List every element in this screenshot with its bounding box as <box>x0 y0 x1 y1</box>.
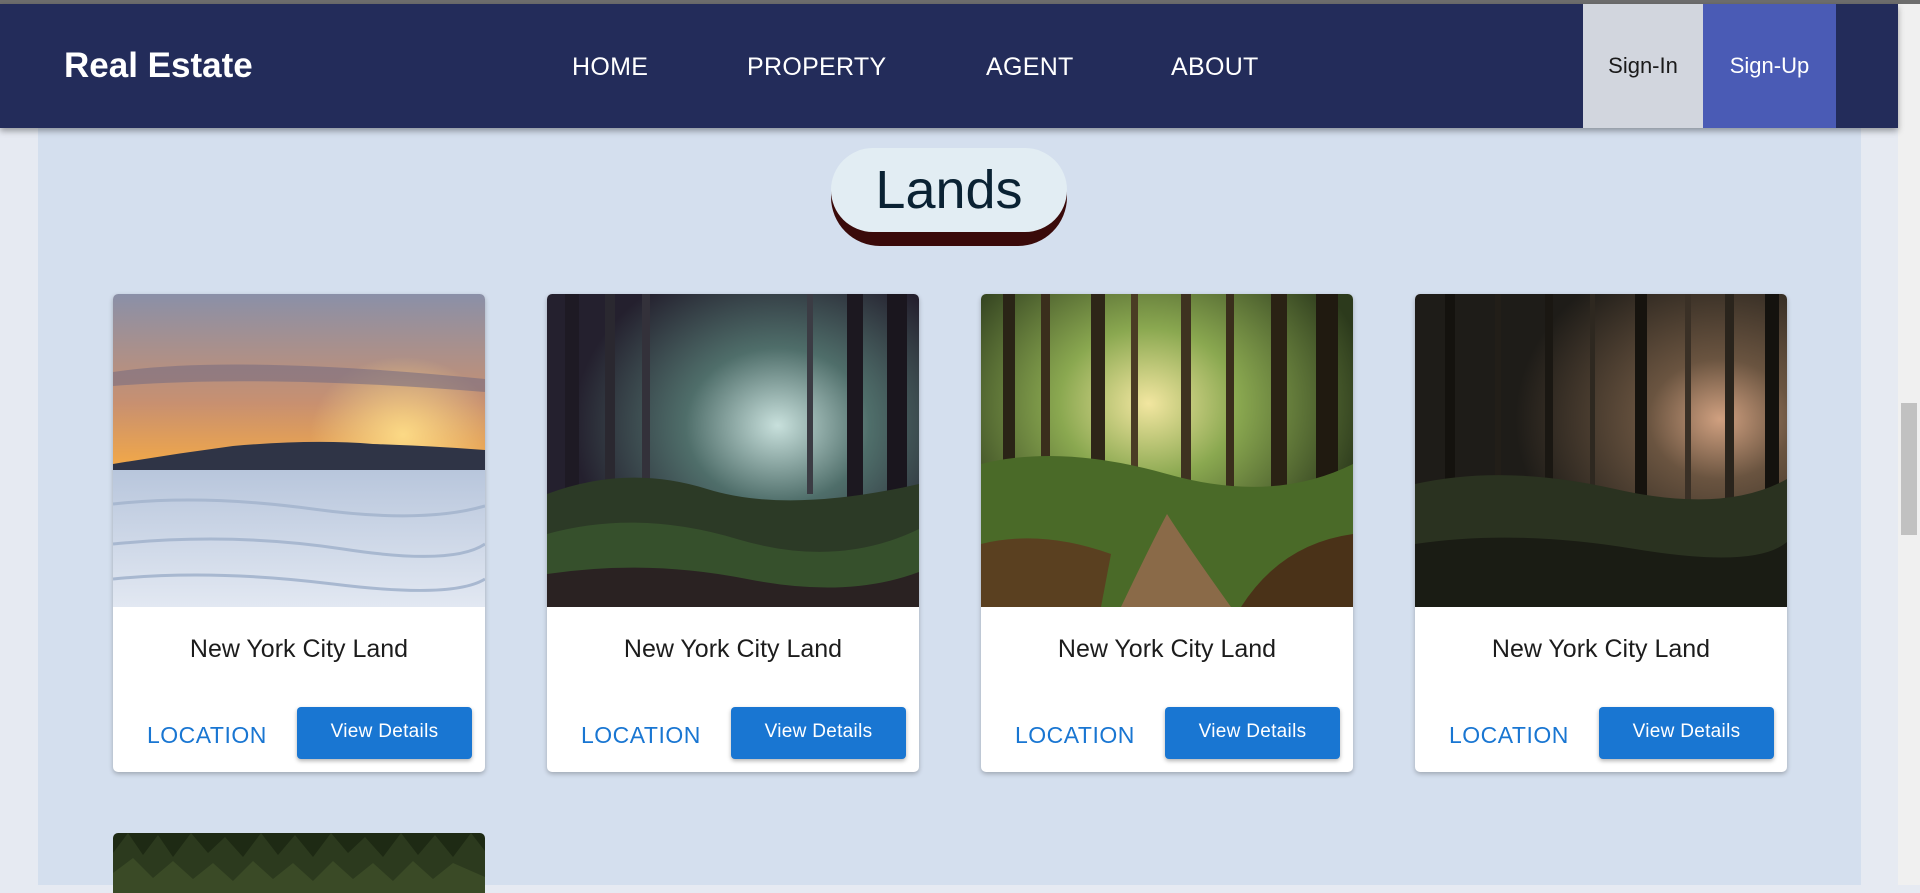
view-details-button[interactable]: View Details <box>297 707 472 759</box>
card-title: New York City Land <box>1491 635 1711 663</box>
land-card-partial <box>113 833 485 893</box>
nav-home[interactable]: HOME <box>572 52 648 82</box>
brand-logo[interactable]: Real Estate <box>64 46 253 86</box>
nav-agent[interactable]: AGENT <box>986 52 1074 82</box>
land-card: New York City Land LOCATION View Details <box>981 294 1353 772</box>
sign-in-button[interactable]: Sign-In <box>1583 4 1703 128</box>
card-title: New York City Land <box>1057 635 1277 663</box>
land-image-forest-path <box>981 294 1353 607</box>
view-details-button[interactable]: View Details <box>731 707 906 759</box>
land-image-snowy-lake <box>113 294 485 607</box>
land-card: New York City Land LOCATION View Details <box>113 294 485 772</box>
navbar: Real Estate HOME PROPERTY AGENT ABOUT Si… <box>0 4 1898 128</box>
card-title: New York City Land <box>623 635 843 663</box>
land-image-dark-forest <box>1415 294 1787 607</box>
section-title-badge: Lands <box>831 148 1067 246</box>
section-title: Lands <box>831 148 1067 232</box>
nav-about[interactable]: ABOUT <box>1171 52 1259 82</box>
card-title: New York City Land <box>189 635 409 663</box>
sign-up-button[interactable]: Sign-Up <box>1703 4 1836 128</box>
land-card: New York City Land LOCATION View Details <box>1415 294 1787 772</box>
location-link[interactable]: LOCATION <box>1449 721 1569 749</box>
view-details-button[interactable]: View Details <box>1599 707 1774 759</box>
land-image-misty-forest <box>547 294 919 607</box>
land-card: New York City Land LOCATION View Details <box>547 294 919 772</box>
view-details-button[interactable]: View Details <box>1165 707 1340 759</box>
location-link[interactable]: LOCATION <box>1015 721 1135 749</box>
location-link[interactable]: LOCATION <box>147 721 267 749</box>
location-link[interactable]: LOCATION <box>581 721 701 749</box>
land-image-pine-forest <box>113 833 485 893</box>
scrollbar-thumb[interactable] <box>1901 403 1917 535</box>
nav-property[interactable]: PROPERTY <box>747 52 886 82</box>
